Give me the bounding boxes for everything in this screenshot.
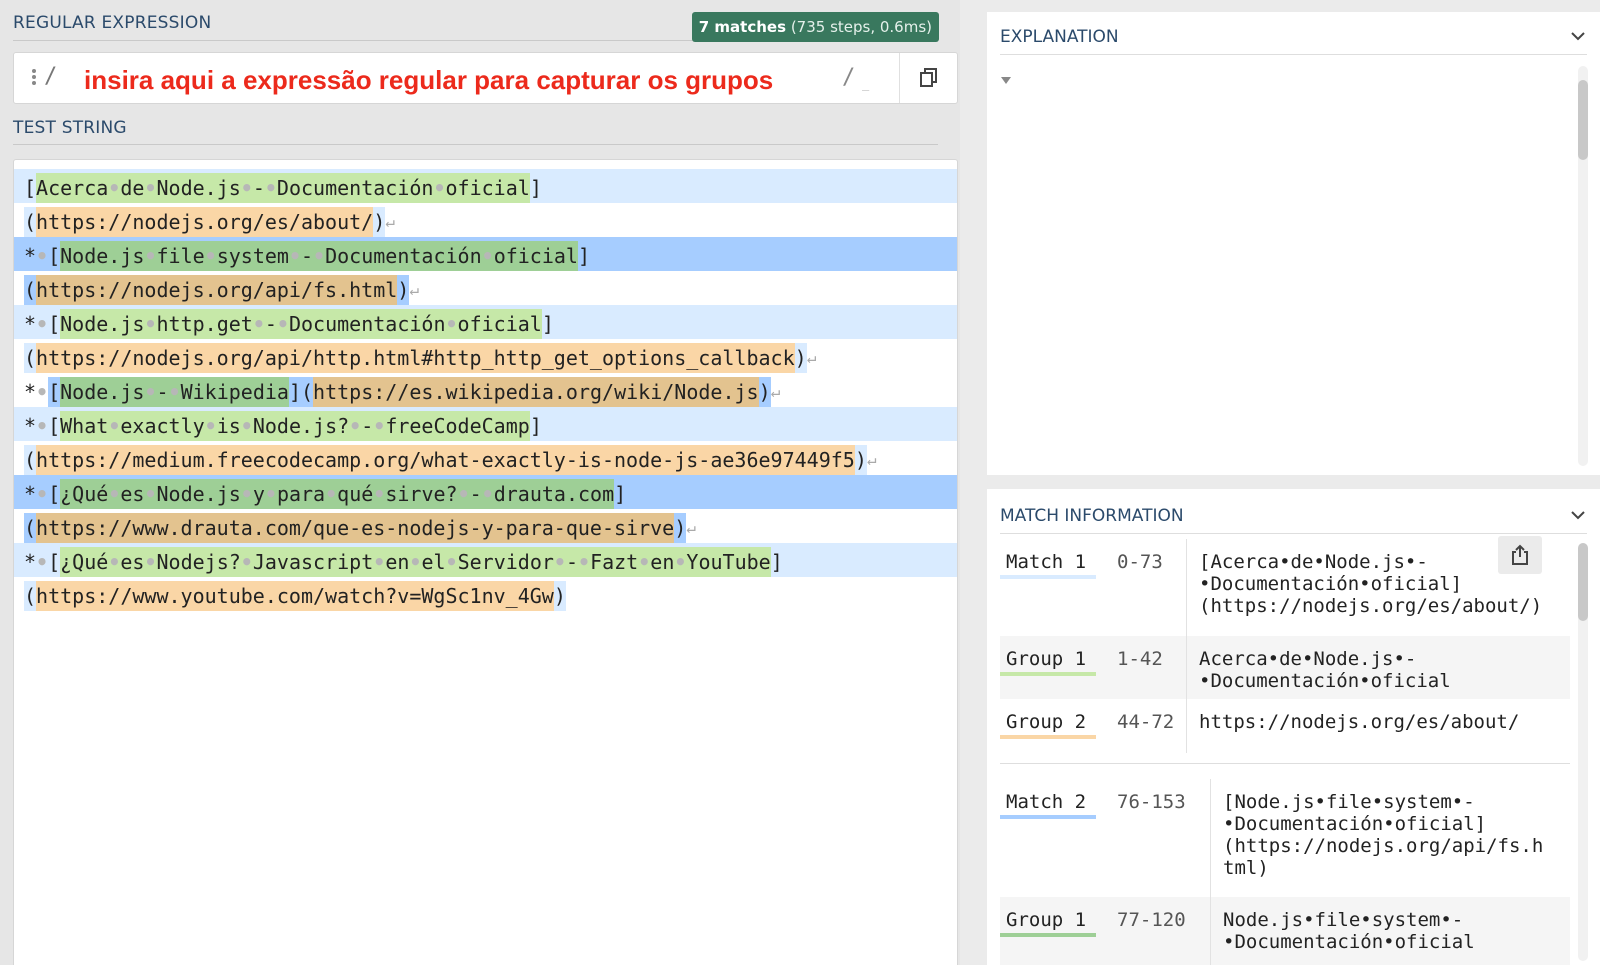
regex-flags[interactable]: _: [862, 77, 869, 91]
match-row: Match 1 0-73 [Acerca•de•Node.js•- •Docum…: [1000, 539, 1570, 636]
divider: [1000, 533, 1587, 534]
regex-delimiter-close: /: [842, 65, 856, 90]
test-line: [Acerca•de•Node.js•-•Documentación•ofici…: [14, 169, 957, 203]
test-line: (https://medium.freecodecamp.org/what-ex…: [14, 441, 957, 475]
match-row: Match 2 76-153 [Node.js•file•system•- •D…: [1000, 779, 1570, 897]
test-string-editor[interactable]: [Acerca•de•Node.js•-•Documentación•ofici…: [14, 169, 957, 611]
match-range: 76-153: [1117, 791, 1186, 813]
share-icon: [1512, 544, 1528, 565]
match-count: 7 matches: [698, 18, 787, 36]
chevron-down-icon[interactable]: [1570, 509, 1586, 521]
group-row: Group 1 1-42 Acerca•de•Node.js•- •Docume…: [1000, 636, 1570, 699]
match-label: Match 2: [1000, 791, 1096, 819]
match-info-scrollbar[interactable]: [1578, 543, 1588, 961]
match-value: [Node.js•file•system•- •Documentación•of…: [1223, 791, 1544, 879]
divider: [13, 40, 698, 41]
test-line: *•[¿Qué•es•Nodejs?•Javascript•en•el•Serv…: [14, 543, 957, 577]
test-line: *•[What•exactly•is•Node.js?•-•freeCodeCa…: [14, 407, 957, 441]
match-value: [Acerca•de•Node.js•- •Documentación•ofic…: [1199, 551, 1543, 617]
match-label: Match 1: [1000, 551, 1096, 579]
caret-down-icon[interactable]: [1000, 76, 1012, 86]
group-value: https://nodejs.org/es/about/: [1199, 711, 1520, 733]
group-row: Group 1 77-120 Node.js•file•system•- •Do…: [1000, 897, 1570, 965]
match-info-title: MATCH INFORMATION: [1000, 506, 1184, 526]
explanation-card: EXPLANATION: [987, 12, 1600, 475]
copy-button[interactable]: [899, 53, 957, 103]
test-line: *•[Node.js•file•system•-•Documentación•o…: [14, 237, 957, 271]
regex-section-title: REGULAR EXPRESSION: [13, 13, 212, 33]
test-line: (https://www.drauta.com/que-es-nodejs-y-…: [14, 509, 957, 543]
test-string-box[interactable]: [Acerca•de•Node.js•-•Documentación•ofici…: [13, 159, 958, 965]
group-row: Group 2 44-72 https://nodejs.org/es/abou…: [1000, 699, 1570, 753]
group-label: Group 1: [1000, 648, 1096, 676]
regex-input[interactable]: insira aqui a expressão regular para cap…: [84, 65, 773, 96]
explanation-scrollbar[interactable]: [1578, 66, 1588, 466]
group-value: Node.js•file•system•- •Documentación•ofi…: [1223, 909, 1475, 953]
test-line: *•[¿Qué•es•Node.js•y•para•qué•sirve?•-•d…: [14, 475, 957, 509]
divider: [13, 144, 938, 145]
regex-delimiter-open: /: [44, 64, 58, 89]
test-line: *•[Node.js•-•Wikipedia](https://es.wikip…: [14, 373, 957, 407]
test-line: (https://nodejs.org/es/about/)↵: [14, 203, 957, 237]
group-range: 77-120: [1117, 909, 1186, 931]
regex-input-box[interactable]: / insira aqui a expressão regular para c…: [13, 52, 958, 104]
test-line: (https://nodejs.org/api/http.html#http_h…: [14, 339, 957, 373]
flavor-menu-icon[interactable]: [32, 69, 37, 89]
divider: [1000, 54, 1587, 55]
test-section-title: TEST STRING: [13, 118, 127, 138]
chevron-down-icon[interactable]: [1570, 30, 1586, 42]
explanation-title: EXPLANATION: [1000, 27, 1119, 47]
group-label: Group 2: [1000, 711, 1096, 739]
group-value: Acerca•de•Node.js•- •Documentación•ofici…: [1199, 648, 1451, 692]
match-stats: (735 steps, 0.6ms): [790, 18, 932, 36]
test-line: *•[Node.js•http.get•-•Documentación•ofic…: [14, 305, 957, 339]
copy-icon: [919, 68, 937, 87]
group-label: Group 1: [1000, 909, 1096, 937]
test-line: (https://nodejs.org/api/fs.html)↵: [14, 271, 957, 305]
match-count-badge: 7 matches (735 steps, 0.6ms): [691, 12, 939, 42]
match-range: 0-73: [1117, 551, 1163, 573]
divider: [1000, 763, 1570, 764]
test-line: (https://www.youtube.com/watch?v=WgSc1nv…: [14, 577, 957, 611]
group-range: 1-42: [1117, 648, 1163, 670]
group-range: 44-72: [1117, 711, 1175, 733]
regex-editor-panel: REGULAR EXPRESSION 7 matches (735 steps,…: [0, 0, 960, 965]
export-button[interactable]: [1498, 536, 1542, 574]
